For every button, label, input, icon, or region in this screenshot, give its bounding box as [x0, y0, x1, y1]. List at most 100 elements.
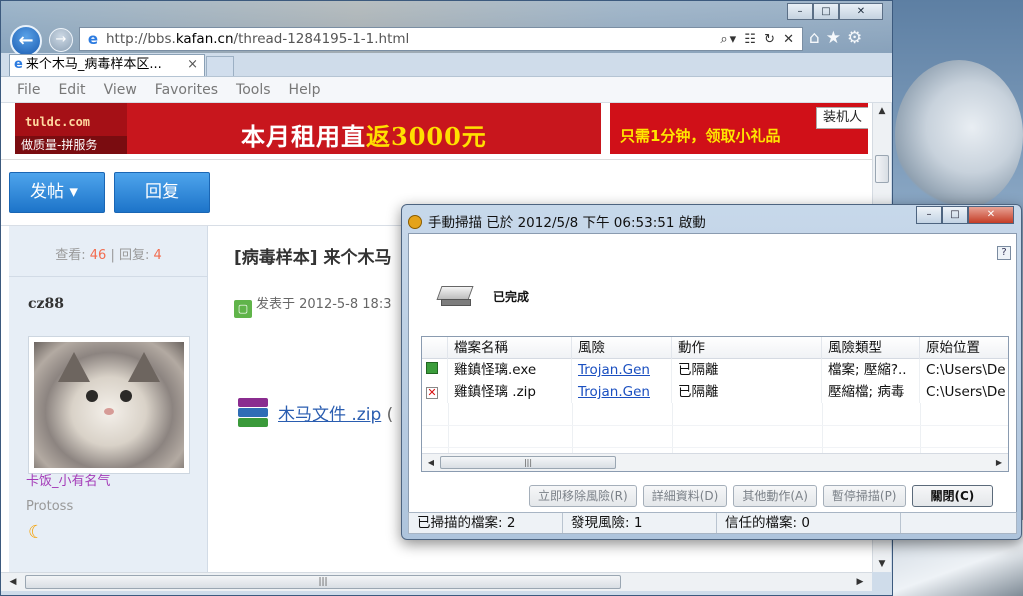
ad-logo: tuldc.com 做质量-拼服务 — [15, 103, 127, 154]
pause-scan-button[interactable]: 暫停掃描(P) — [822, 485, 906, 507]
thread-title: [病毒样本] 来个木马 — [234, 248, 392, 268]
tab-title: 来个木马_病毒样本区... — [25, 57, 162, 72]
maximize-button[interactable]: □ — [813, 3, 839, 20]
views-count: 46 — [89, 248, 107, 263]
quarantined-ok-icon — [426, 362, 438, 374]
user-group[interactable]: 卡饭_小有名气 — [26, 470, 111, 489]
ad2-tag[interactable]: 装机人 — [816, 107, 868, 129]
scan-results-dialog: 手動掃描 已於 2012/5/8 下午 06:53:51 啟動 – □ ✕ ? … — [401, 204, 1022, 540]
scrollbar-thumb[interactable] — [875, 155, 889, 183]
row-risk-cell: Trojan.Gen — [572, 381, 672, 403]
tab-ie-icon: e — [14, 57, 23, 72]
attachment-link[interactable]: 木马文件 .zip — [278, 405, 381, 425]
column-header-action[interactable]: 動作 — [672, 337, 822, 359]
disk-icon — [436, 286, 474, 308]
risk-link[interactable]: Trojan.Gen — [578, 362, 650, 378]
close-dialog-button[interactable]: 關閉(C) — [911, 485, 994, 507]
new-post-button[interactable]: 发帖 ▾ — [9, 172, 105, 213]
remove-risks-button[interactable]: 立即移除風險(R) — [529, 485, 637, 507]
help-icon[interactable]: ? — [997, 246, 1011, 260]
table-row[interactable]: 雞鎮怪璃.exe Trojan.Gen 已隔離 檔案; 壓縮?.. C:\Use… — [422, 359, 1008, 381]
attachment: 木马文件 .zip ( — [234, 396, 393, 430]
home-icon[interactable]: ⌂ — [809, 28, 820, 48]
post-date: 发表于 2012-5-8 18:3 — [256, 297, 392, 312]
column-header-filename[interactable]: 檔案名稱 — [448, 337, 572, 359]
author-sidebar: 查看: 46 | 回复: 4 cz88 — [9, 226, 208, 572]
tools-gear-icon[interactable]: ⚙ — [847, 28, 862, 48]
attachment-suffix: ( — [386, 405, 394, 425]
table-horizontal-scrollbar[interactable]: ◀ ||| ▶ — [422, 453, 1008, 471]
menu-file[interactable]: File — [17, 82, 40, 98]
column-header-risk-type[interactable]: 風險類型 — [822, 337, 920, 359]
rar-archive-icon — [234, 396, 272, 430]
scrollbar-thumb[interactable]: ||| — [440, 456, 616, 469]
infected-file-icon: ✕ — [426, 386, 438, 399]
forward-arrow-icon[interactable]: → — [49, 28, 73, 52]
menu-view[interactable]: View — [104, 82, 137, 98]
banner-ad-left[interactable]: tuldc.com 做质量-拼服务 本月租用直返3000元 — [15, 103, 601, 154]
menu-tools[interactable]: Tools — [236, 82, 271, 98]
url-path: /thread-1284195-1-1.html — [233, 31, 410, 47]
column-header-icon[interactable] — [422, 337, 448, 359]
dialog-button-row: 立即移除風險(R) 詳細資料(D) 其他動作(A) 暫停掃描(P) 關閉(C) — [529, 485, 994, 507]
results-table: 檔案名稱 風險 動作 風險類型 原始位置 雞鎮怪璃.exe Trojan.Gen… — [421, 336, 1009, 472]
tab-close-icon[interactable]: × — [187, 55, 198, 75]
scroll-left-icon[interactable]: ◀ — [5, 573, 21, 591]
scrollbar-thumb[interactable]: ||| — [25, 575, 621, 589]
browser-tab[interactable]: e 来个木马_病毒样本区... × — [9, 54, 205, 76]
divider — [1, 159, 872, 160]
avatar[interactable] — [28, 336, 190, 474]
horizontal-scrollbar[interactable]: ◀ ||| ▶ — [1, 572, 872, 591]
avatar-cat-image — [34, 342, 184, 468]
crescent-moon-icon: ☾ — [28, 522, 45, 543]
menu-favorites[interactable]: Favorites — [155, 82, 218, 98]
norton-shield-icon — [408, 215, 422, 229]
author-username[interactable]: cz88 — [28, 296, 64, 312]
views-label: 查看: — [55, 248, 86, 263]
address-bar[interactable]: e http://bbs.kafan.cn/thread-1284195-1-1… — [79, 27, 803, 51]
other-actions-button[interactable]: 其他動作(A) — [733, 485, 817, 507]
dialog-maximize-button[interactable]: □ — [942, 206, 968, 224]
risk-link[interactable]: Trojan.Gen — [578, 384, 650, 400]
menu-edit[interactable]: Edit — [58, 82, 85, 98]
row-action: 已隔離 — [672, 381, 822, 403]
dialog-title: 手動掃描 已於 2012/5/8 下午 06:53:51 啟動 — [408, 211, 706, 231]
desktop-wallpaper-moon — [895, 60, 1023, 210]
url-text[interactable]: http://bbs.kafan.cn/thread-1284195-1-1.h… — [106, 31, 720, 47]
dialog-body: ? 已完成 檔案名稱 風險 動作 風險類型 原始位置 雞鎮怪璃.exe Troj… — [408, 233, 1017, 518]
scroll-up-icon[interactable]: ▲ — [873, 103, 891, 119]
ad-slogan-pre: 本月租用直 — [241, 122, 366, 151]
stats-separator: | — [110, 248, 115, 263]
scroll-right-icon[interactable]: ▶ — [852, 573, 868, 591]
column-header-location[interactable]: 原始位置 — [920, 337, 1008, 359]
browser-right-icons: ⌂ ★ ⚙ — [809, 28, 862, 48]
table-row[interactable]: ✕ 雞鎮怪璃 .zip Trojan.Gen 已隔離 壓縮檔; 病毒 C:\Us… — [422, 381, 1008, 403]
table-empty-grid — [422, 403, 1008, 453]
dialog-window-controls: – □ ✕ — [916, 206, 1014, 224]
divider — [9, 276, 208, 277]
scroll-down-icon[interactable]: ▼ — [873, 556, 891, 572]
details-button[interactable]: 詳細資料(D) — [642, 485, 728, 507]
reply-button[interactable]: 回复 — [114, 172, 210, 213]
banner-ad-right[interactable]: 只需1分钟，领取小礼品 装机人 — [610, 103, 868, 154]
dialog-minimize-button[interactable]: – — [916, 206, 942, 224]
row-status-cell — [422, 359, 448, 381]
url-prefix: http://bbs. — [106, 31, 176, 47]
scroll-right-icon[interactable]: ▶ — [992, 454, 1006, 471]
menu-help[interactable]: Help — [289, 82, 321, 98]
scroll-left-icon[interactable]: ◀ — [424, 454, 438, 471]
minimize-button[interactable]: – — [787, 3, 813, 20]
post-online-icon: ▢ — [234, 300, 252, 318]
address-tools-icons[interactable]: ⌕▾ ☷ ↻ ✕ — [720, 32, 802, 47]
back-arrow-icon[interactable]: ← — [10, 25, 42, 57]
dialog-status-bar: 已掃描的檔案: 2 發現風險: 1 信任的檔案: 0 — [408, 512, 1017, 534]
favorites-star-icon[interactable]: ★ — [826, 28, 841, 48]
close-button[interactable]: ✕ — [839, 3, 883, 20]
ad2-slogan: 只需1分钟，领取小礼品 — [620, 127, 781, 145]
row-risk-type: 檔案; 壓縮?.. — [822, 359, 920, 381]
dialog-close-button[interactable]: ✕ — [968, 206, 1014, 224]
new-tab-button[interactable] — [206, 56, 234, 76]
ie-logo-icon: e — [87, 30, 99, 48]
column-header-risk[interactable]: 風險 — [572, 337, 672, 359]
row-risk-cell: Trojan.Gen — [572, 359, 672, 381]
